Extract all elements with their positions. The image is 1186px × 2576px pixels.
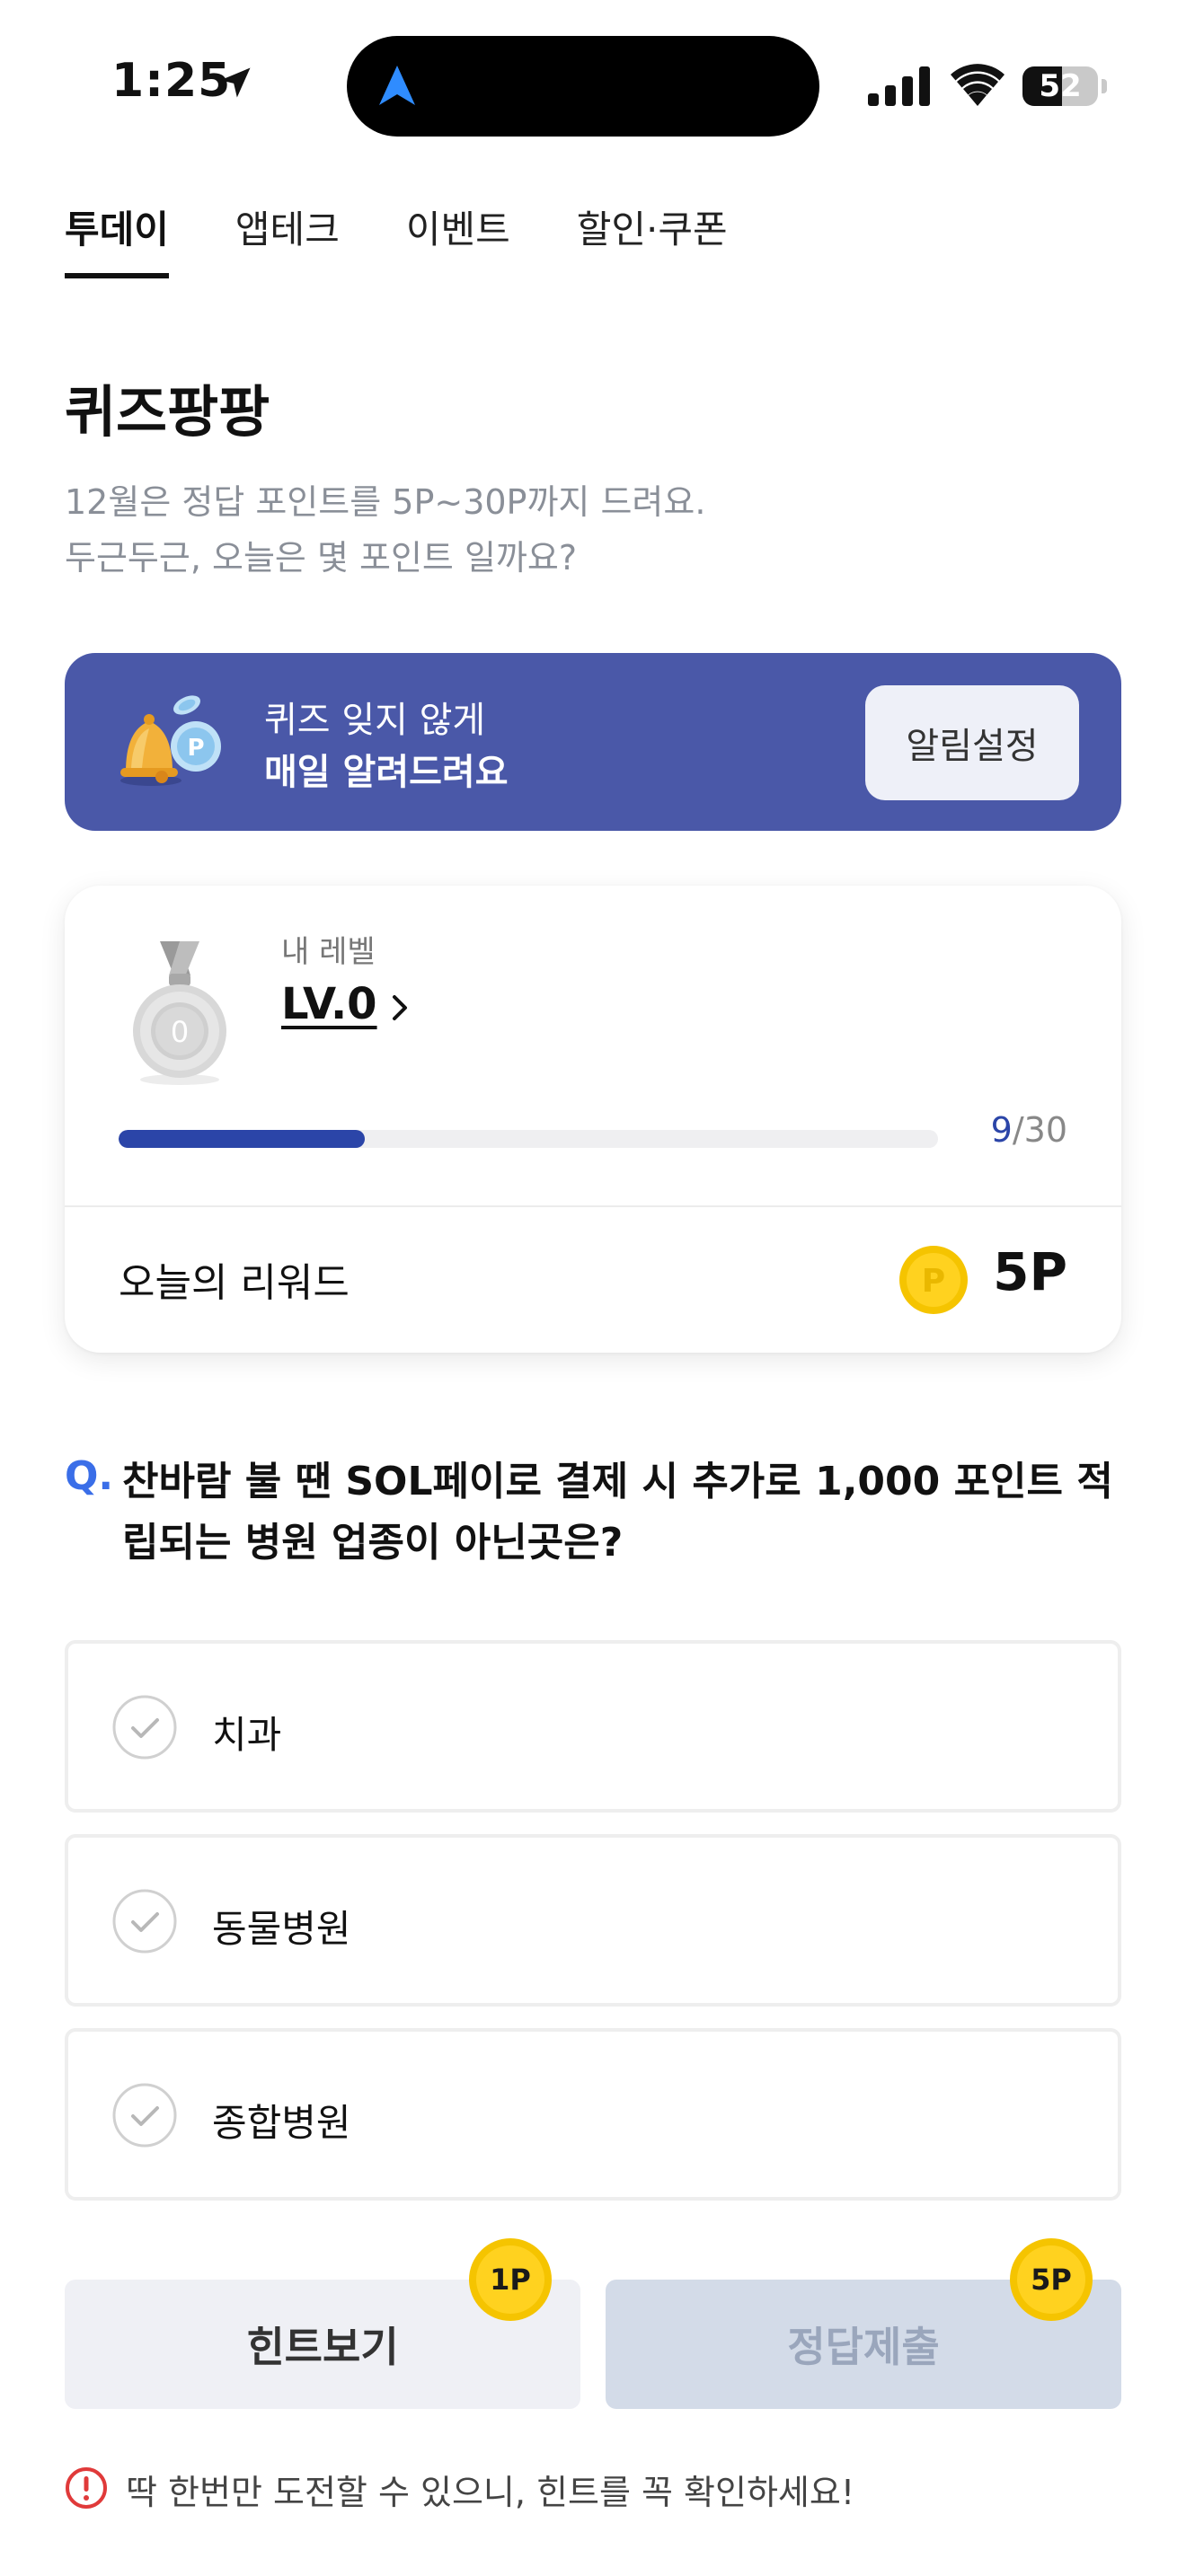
notification-banner: P 퀴즈 잊지 않게 매일 알려드려요 알림설정 [65, 653, 1121, 831]
wifi-icon [951, 64, 1005, 106]
banner-line-1: 퀴즈 잊지 않게 [264, 700, 486, 741]
answer-option-3[interactable]: 종합병원 [65, 2028, 1121, 2201]
answer-option-2[interactable]: 동물병원 [65, 1834, 1121, 2007]
my-level-label: 내 레벨 [281, 934, 376, 970]
answer-option-1[interactable]: 치과 [65, 1640, 1121, 1813]
today-reward-label: 오늘의 리워드 [119, 1260, 350, 1306]
level-card: 0 내 레벨 LV.0 9/30 오늘의 리워드 P 5P [65, 886, 1121, 1353]
level-progress-bar [119, 1130, 938, 1148]
svg-text:P: P [187, 735, 204, 762]
medal-icon: 0 [133, 941, 226, 1085]
check-circle-icon [112, 1889, 177, 1954]
notice-text: 딱 한번만 도전할 수 있으니, 힌트를 꼭 확인하세요! [126, 2473, 855, 2512]
option-label: 치과 [212, 1713, 282, 1757]
check-circle-icon [112, 1695, 177, 1760]
svg-text:P: P [922, 1263, 945, 1300]
dynamic-island [347, 36, 819, 137]
tab-event[interactable]: 이벤트 [406, 196, 510, 282]
description-line-1: 12월은 정답 포인트를 5P~30P까지 드려요. [65, 482, 706, 522]
today-reward-value: 5P [993, 1241, 1067, 1302]
warning-icon [66, 2467, 107, 2509]
page-title: 퀴즈팡팡 [65, 379, 270, 445]
banner-line-2: 매일 알려드려요 [264, 752, 509, 793]
submit-reward-badge: 5P [1008, 2236, 1094, 2323]
status-time: 1:25 [111, 54, 232, 108]
level-value-link[interactable]: LV.0 [281, 979, 377, 1029]
card-divider [65, 1205, 1121, 1207]
top-tabs: 투데이 앱테크 이벤트 할인·쿠폰 [65, 196, 728, 282]
check-circle-icon [112, 2083, 177, 2148]
level-progress-fill [119, 1130, 365, 1148]
alarm-settings-button[interactable]: 알림설정 [865, 685, 1079, 800]
page-description: 12월은 정답 포인트를 5P~30P까지 드려요. 두근두근, 오늘은 몇 포… [65, 474, 705, 586]
battery-icon: 52 [1022, 66, 1107, 106]
option-label: 종합병원 [212, 2101, 351, 2145]
tab-apptech[interactable]: 앱테크 [235, 196, 340, 282]
hint-cost-badge: 1P [467, 2236, 553, 2323]
option-label: 동물병원 [212, 1907, 351, 1951]
level-progress-text: 9/30 [990, 1110, 1067, 1150]
svg-text:0: 0 [171, 1015, 189, 1049]
cellular-signal-icon [868, 66, 930, 106]
tab-today[interactable]: 투데이 [65, 196, 169, 282]
chevron-right-icon[interactable] [386, 992, 413, 1024]
bell-coin-icon: P [120, 695, 221, 786]
question-mark-label: Q. [65, 1453, 114, 1499]
point-coin-icon: P [899, 1246, 968, 1314]
tab-discount-coupon[interactable]: 할인·쿠폰 [577, 196, 728, 282]
navigation-arrow-icon [379, 66, 415, 105]
status-bar: 1:25 52 [0, 0, 1186, 171]
location-arrow-icon [220, 67, 251, 98]
description-line-2: 두근두근, 오늘은 몇 포인트 일까요? [65, 538, 578, 578]
question-text: 찬바람 불 땐 SOL페이로 결제 시 추가로 1,000 포인트 적립되는 병… [122, 1459, 1113, 1566]
